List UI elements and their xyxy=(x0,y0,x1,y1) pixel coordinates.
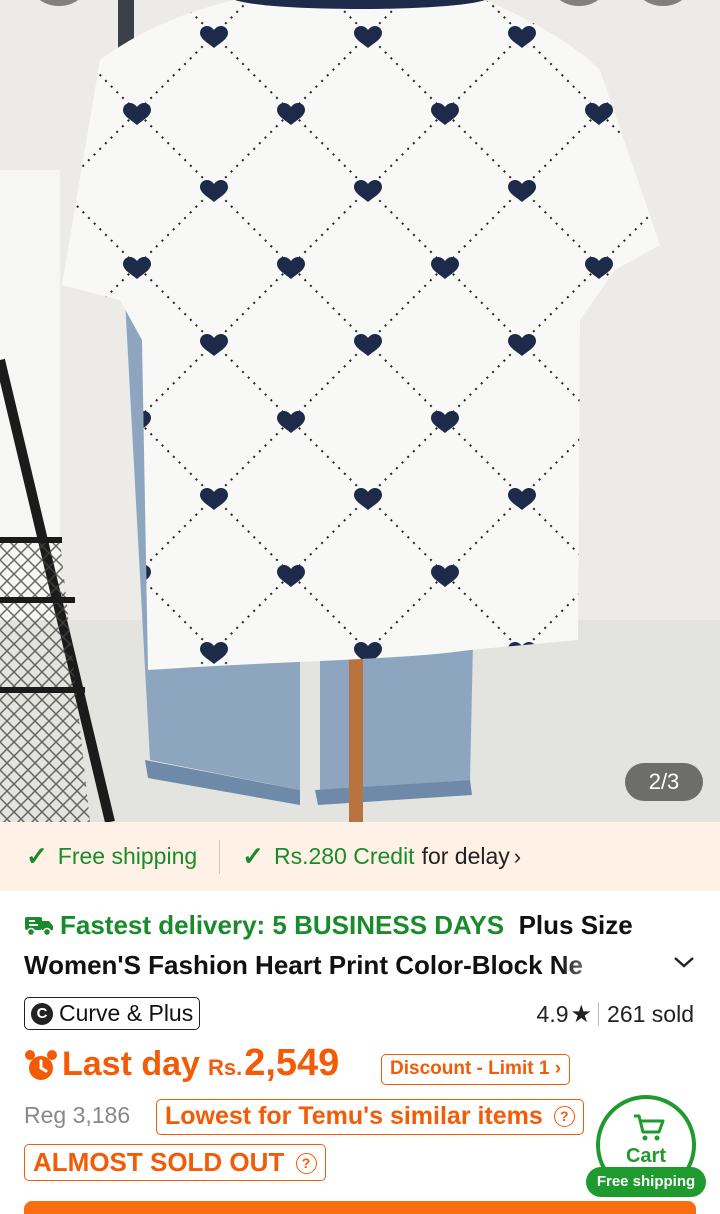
credit-suffix: for delay xyxy=(421,843,510,869)
brand-name: Curve & Plus xyxy=(59,1000,194,1026)
product-image-gallery[interactable]: 2/3 xyxy=(0,0,720,822)
question-icon: ? xyxy=(295,1153,317,1174)
shipping-info-strip[interactable]: ✓ Free shipping ✓ Rs.280 Credit for dela… xyxy=(0,822,720,891)
brand-logo-icon: C xyxy=(31,1002,53,1025)
sold-count: 261 sold xyxy=(607,1000,694,1027)
question-icon: ? xyxy=(553,1106,575,1127)
star-icon: ★ xyxy=(570,1000,593,1028)
lowest-price-badge[interactable]: Lowest for Temu's similar items ? xyxy=(156,1099,584,1135)
rating-score: 4.9 xyxy=(536,1000,569,1027)
lowest-price-label: Lowest for Temu's similar items xyxy=(165,1102,543,1130)
add-to-cart-button[interactable] xyxy=(24,1201,696,1214)
chevron-right-icon: › xyxy=(554,1058,562,1079)
currency: Rs. xyxy=(207,1055,243,1080)
sold-out-label: ALMOST SOLD OUT xyxy=(33,1147,285,1177)
regular-price: Reg 3,186 xyxy=(24,1102,131,1128)
image-counter: 2/3 xyxy=(625,763,703,801)
free-shipping-label: Free shipping xyxy=(57,843,198,869)
price-row: Last day Rs. 2,549 xyxy=(24,1042,339,1090)
brand-badge[interactable]: C Curve & Plus xyxy=(24,997,201,1030)
cart-label: Cart xyxy=(625,1145,666,1167)
cart-icon xyxy=(634,1114,665,1141)
discount-label: Discount - Limit 1 xyxy=(390,1058,550,1079)
truck-icon xyxy=(25,917,53,937)
alarm-clock-icon xyxy=(25,1050,57,1080)
almost-sold-out-badge[interactable]: ALMOST SOLD OUT ? xyxy=(24,1144,326,1181)
credit-amount: Rs.280 Credit xyxy=(273,843,415,869)
last-day-label: Last day xyxy=(62,1045,200,1083)
product-photo xyxy=(0,0,720,822)
check-icon: ✓ xyxy=(242,841,264,871)
chevron-down-icon[interactable] xyxy=(672,952,696,972)
chevron-right-icon[interactable]: › xyxy=(514,844,521,870)
divider xyxy=(598,1002,600,1026)
fastest-delivery-label: Fastest delivery: 5 BUSINESS DAYS xyxy=(60,910,505,940)
title-fade xyxy=(560,945,660,985)
check-icon: ✓ xyxy=(26,841,48,871)
sale-price: 2,549 xyxy=(244,1042,340,1084)
rating-summary[interactable]: 4.9 ★ 261 sold xyxy=(537,999,694,1029)
discount-button[interactable]: Discount - Limit 1 › xyxy=(381,1054,571,1085)
cart-free-shipping-badge: Free shipping xyxy=(586,1167,706,1197)
divider xyxy=(219,839,221,874)
